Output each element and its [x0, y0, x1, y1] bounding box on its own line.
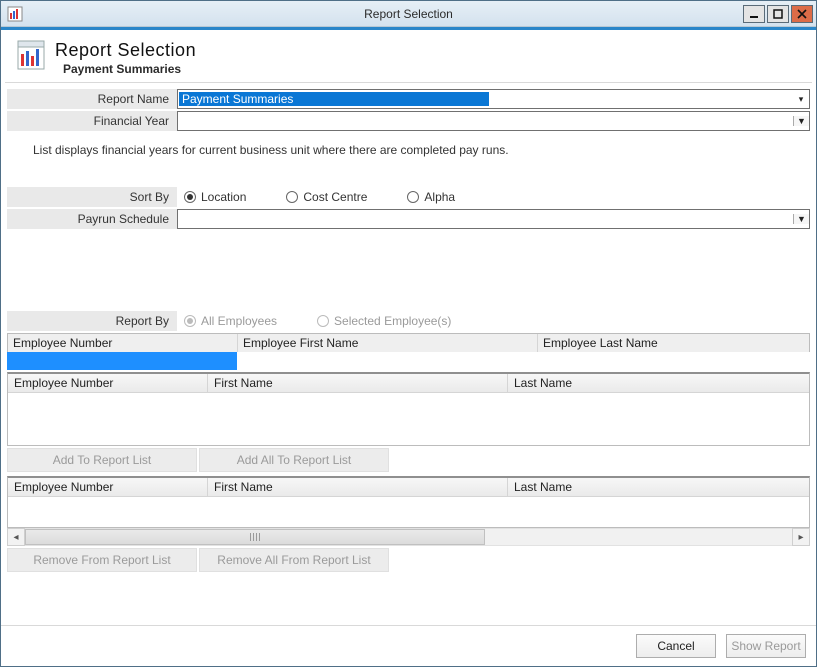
radio-label: Location: [201, 190, 246, 204]
sort-by-location-radio[interactable]: Location: [184, 190, 246, 204]
sort-by-alpha-radio[interactable]: Alpha: [407, 190, 455, 204]
label-sort-by: Sort By: [7, 187, 177, 207]
report-icon: [17, 40, 45, 70]
report-by-radio-group: All Employees Selected Employee(s): [177, 311, 810, 331]
window-controls: [743, 5, 816, 23]
report-name-value: Payment Summaries: [179, 92, 489, 106]
grid-body[interactable]: [8, 497, 809, 527]
remove-from-report-list-button: Remove From Report List: [7, 548, 197, 572]
radio-label: Selected Employee(s): [334, 314, 451, 328]
show-report-button: Show Report: [726, 634, 806, 658]
minimize-button[interactable]: [743, 5, 765, 23]
row-sort-by: Sort By Location Cost Centre Alpha: [7, 187, 810, 207]
report-by-all-employees-radio: All Employees: [184, 314, 277, 328]
employee-filter-header: Employee Number Employee First Name Empl…: [7, 333, 810, 352]
col-last-name[interactable]: Last Name: [508, 374, 809, 392]
filter-col-employee-number[interactable]: Employee Number: [8, 334, 238, 352]
titlebar: Report Selection: [1, 1, 816, 27]
filter-input-last-name[interactable]: [537, 352, 810, 370]
col-employee-number[interactable]: Employee Number: [8, 478, 208, 496]
scroll-left-button[interactable]: ◂: [7, 528, 25, 546]
col-first-name[interactable]: First Name: [208, 374, 508, 392]
sort-by-radio-group: Location Cost Centre Alpha: [177, 187, 810, 207]
row-payrun-schedule: Payrun Schedule ▼: [7, 209, 810, 229]
header-divider: [5, 82, 812, 83]
window-frame: Report Selection Re: [0, 0, 817, 667]
row-financial-year: Financial Year ▼: [7, 111, 810, 131]
scroll-track[interactable]: [25, 528, 792, 546]
maximize-button[interactable]: [767, 5, 789, 23]
selected-employees-grid[interactable]: Employee Number First Name Last Name: [7, 476, 810, 528]
row-report-by: Report By All Employees Selected Employe…: [7, 311, 810, 331]
report-by-selected-employees-radio: Selected Employee(s): [317, 314, 451, 328]
payrun-schedule-value: [178, 218, 793, 220]
remove-all-from-report-list-button: Remove All From Report List: [199, 548, 389, 572]
radio-icon: [184, 315, 196, 327]
radio-icon: [184, 191, 196, 203]
col-employee-number[interactable]: Employee Number: [8, 374, 208, 392]
filter-input-employee-number[interactable]: [7, 352, 237, 370]
window-title: Report Selection: [1, 7, 816, 21]
scroll-right-button[interactable]: ▸: [792, 528, 810, 546]
scroll-thumb[interactable]: [25, 529, 485, 545]
financial-year-hint: List displays financial years for curren…: [33, 143, 800, 157]
grid-header: Employee Number First Name Last Name: [8, 478, 809, 497]
available-employees-grid[interactable]: Employee Number First Name Last Name: [7, 372, 810, 446]
row-report-name: Report Name Payment Summaries ▾: [7, 89, 810, 109]
page-header: Report Selection Payment Summaries: [1, 30, 816, 82]
radio-label: Cost Centre: [303, 190, 367, 204]
radio-icon: [286, 191, 298, 203]
dialog-footer: Cancel Show Report: [1, 625, 816, 666]
radio-icon: [407, 191, 419, 203]
sort-by-cost-centre-radio[interactable]: Cost Centre: [286, 190, 367, 204]
page-subtitle: Payment Summaries: [63, 62, 196, 76]
cancel-button[interactable]: Cancel: [636, 634, 716, 658]
chevron-down-icon: ▾: [793, 94, 809, 105]
filter-col-last-name[interactable]: Employee Last Name: [538, 334, 809, 352]
add-button-row: Add To Report List Add All To Report Lis…: [7, 448, 810, 472]
chevron-down-icon: ▼: [793, 116, 809, 126]
chevron-down-icon: ▼: [793, 214, 809, 224]
financial-year-combo[interactable]: ▼: [177, 111, 810, 131]
grid-body[interactable]: [8, 393, 809, 445]
grid-horizontal-scrollbar[interactable]: ◂ ▸: [7, 528, 810, 546]
remove-button-row: Remove From Report List Remove All From …: [7, 548, 810, 572]
employee-filter-row: [7, 352, 810, 370]
add-to-report-list-button: Add To Report List: [7, 448, 197, 472]
financial-year-value: [178, 120, 793, 122]
report-name-combo[interactable]: Payment Summaries ▾: [177, 89, 810, 109]
radio-icon: [317, 315, 329, 327]
payrun-schedule-combo[interactable]: ▼: [177, 209, 810, 229]
close-button[interactable]: [791, 5, 813, 23]
col-first-name[interactable]: First Name: [208, 478, 508, 496]
app-icon: [5, 4, 25, 24]
label-payrun-schedule: Payrun Schedule: [7, 209, 177, 229]
page-title: Report Selection: [55, 40, 196, 61]
col-last-name[interactable]: Last Name: [508, 478, 809, 496]
label-report-name: Report Name: [7, 89, 177, 109]
label-report-by: Report By: [7, 311, 177, 331]
radio-label: All Employees: [201, 314, 277, 328]
label-financial-year: Financial Year: [7, 111, 177, 131]
grid-header: Employee Number First Name Last Name: [8, 374, 809, 393]
radio-label: Alpha: [424, 190, 455, 204]
filter-input-first-name[interactable]: [237, 352, 537, 370]
add-all-to-report-list-button: Add All To Report List: [199, 448, 389, 472]
filter-col-first-name[interactable]: Employee First Name: [238, 334, 538, 352]
